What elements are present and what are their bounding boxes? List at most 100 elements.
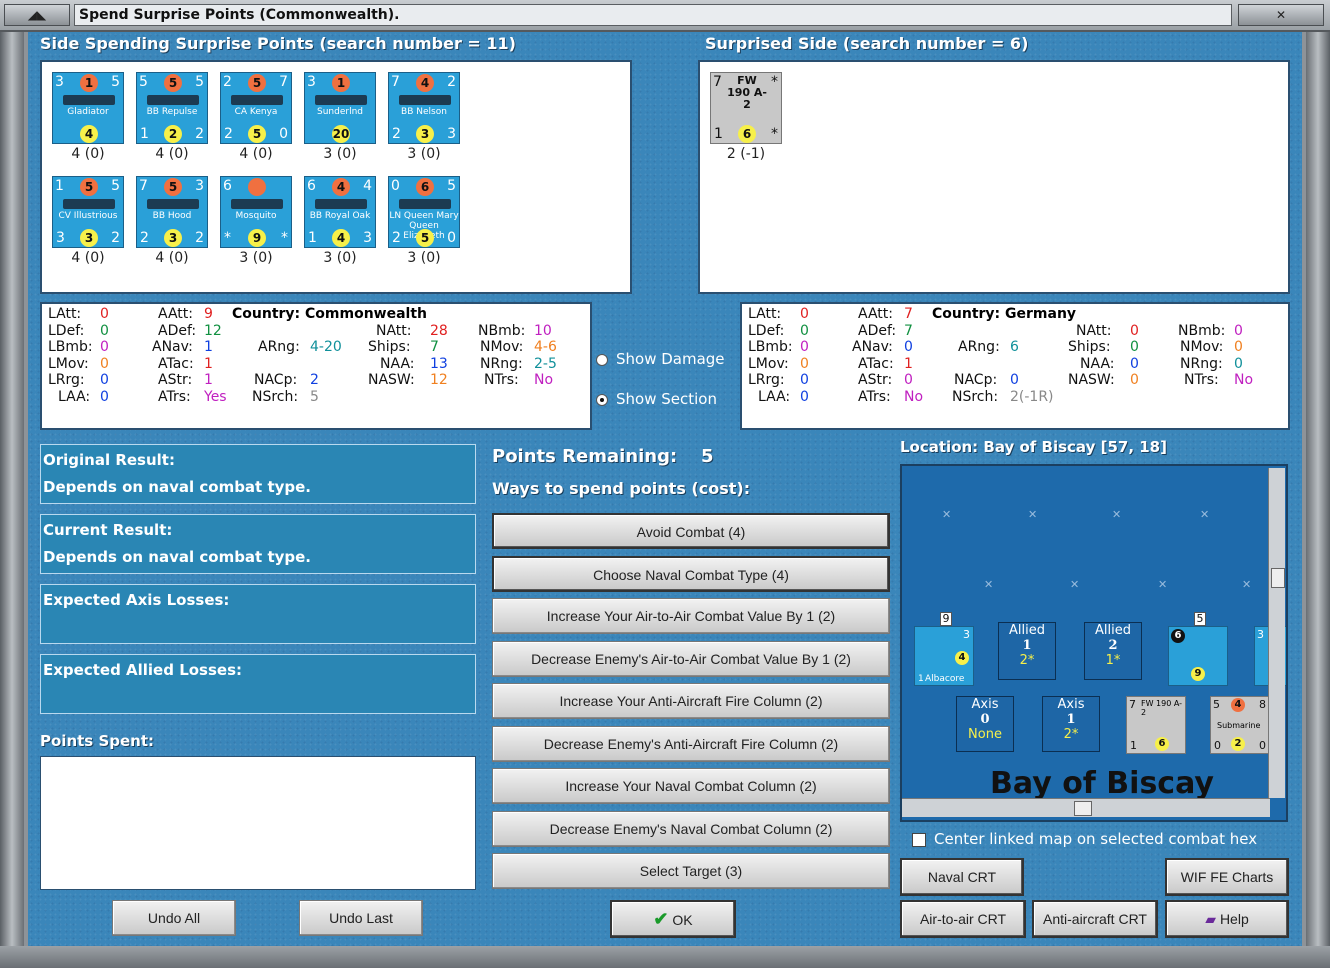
unit-bottom-left-value: 3 <box>56 230 65 246</box>
map-vertical-scrollbar[interactable] <box>1268 468 1285 798</box>
ways-to-spend-label: Ways to spend points (cost): <box>492 479 751 498</box>
show-section-label[interactable]: Show Section <box>616 390 717 408</box>
spend-option-button[interactable]: Decrease Enemy's Air-to-Air Combat Value… <box>492 640 890 677</box>
unit-top-left-value: 3 <box>55 74 64 90</box>
unit-counter[interactable]: 3 Sunderlnd 1 20 <box>304 72 376 144</box>
axis-box-1[interactable]: Axis 0 None <box>956 696 1014 752</box>
unit-name: BB Hood <box>152 211 192 221</box>
axis-box-2[interactable]: Axis 1 2* <box>1042 696 1100 752</box>
center-map-checkbox[interactable] <box>912 833 926 847</box>
unit-counter[interactable]: 0520LN Queen Mary Queen Elizabeth65 <box>388 176 460 248</box>
unit-top-strength: 5 <box>164 74 182 92</box>
surprised-units-panel: 7 * 1 * FW 190 A-2 6 2 (-1) <box>698 60 1290 294</box>
country-label: Country: Germany <box>932 306 1077 322</box>
unit-count-label: 3 (0) <box>323 250 357 266</box>
stat-value-adef: 7 <box>904 322 913 339</box>
map-horizontal-scrollbar[interactable] <box>902 798 1270 817</box>
current-result-value: Depends on naval combat type. <box>43 548 312 566</box>
unit-mid-strength: 6 <box>738 125 756 143</box>
stat-value-nsrch: 2(-1R) <box>1010 388 1054 405</box>
unit-count-label: 4 (0) <box>71 250 105 266</box>
spend-option-button[interactable]: Increase Your Anti-Aircraft Fire Column … <box>492 683 890 719</box>
stat-value-nmov: 0 <box>1234 339 1243 355</box>
unit-name: Gladiator <box>67 107 109 117</box>
spend-option-button[interactable]: Increase Your Naval Combat Column (2) <box>492 768 890 804</box>
unit-name: FW 190 A-2 <box>727 74 767 111</box>
anti-aircraft-crt-button[interactable]: Anti-aircraft CRT <box>1032 900 1158 938</box>
unit-mid-strength: 20 <box>332 125 350 143</box>
show-damage-radio[interactable] <box>596 354 608 366</box>
stat-value-nasw: 12 <box>430 372 448 388</box>
unit-silhouette <box>63 199 115 209</box>
frame-bottom <box>0 946 1330 968</box>
location-label: Location: Bay of Biscay [57, 18] <box>900 438 1167 456</box>
stat-key-atrs: ATrs: <box>158 388 191 405</box>
spend-option-button[interactable]: Avoid Combat (4) <box>492 513 890 549</box>
stat-key-naa: NAA: <box>380 355 415 372</box>
unit-top-strength: 5 <box>80 178 98 196</box>
stat-key-nbmb: NBmb: <box>478 322 526 339</box>
combat-hex-map[interactable]: ✕✕ ✕✕ ✕✕ ✕✕ 9 5 2 3 4 1 Albacore Allied1… <box>900 464 1288 822</box>
close-button[interactable]: ✕ <box>1238 4 1324 26</box>
spend-option-button[interactable]: Increase Your Air-to-Air Combat Value By… <box>492 598 890 634</box>
unit-counter[interactable]: 6 4 1 3 BB Royal Oak 4 4 <box>304 176 376 248</box>
stat-value-lrrg: 0 <box>800 372 809 388</box>
spend-option-button[interactable]: Choose Naval Combat Type (4) <box>492 555 890 592</box>
show-damage-label[interactable]: Show Damage <box>616 350 725 368</box>
unit-counter[interactable]: 2 7 2 0 CA Kenya 5 5 <box>220 72 292 144</box>
help-button[interactable]: ▰ Help <box>1165 900 1289 938</box>
stat-key-arng: ARng: <box>258 339 300 355</box>
points-spent-list[interactable] <box>40 756 476 890</box>
unit-counter[interactable]: 3 5 Gladiator 1 4 <box>52 72 124 144</box>
unit-name: CA Kenya <box>234 107 278 117</box>
stat-value-anav: 1 <box>204 339 213 355</box>
unit-mid-strength: 3 <box>80 229 98 247</box>
center-map-label[interactable]: Center linked map on selected combat hex <box>934 830 1257 848</box>
unit-silhouette <box>399 95 451 105</box>
undo-all-button[interactable]: Undo All <box>112 900 236 936</box>
air-to-air-crt-button[interactable]: Air-to-air CRT <box>900 900 1026 938</box>
stat-key-ntrs: NTrs: <box>484 372 519 388</box>
unit-counter[interactable]: 7 3 2 2 BB Hood 5 3 <box>136 176 208 248</box>
fw190-map-counter[interactable]: 7 FW 190 A-2 1 6 <box>1126 696 1186 754</box>
stat-value-nsrch: 5 <box>310 388 319 405</box>
albacore-counter[interactable]: 3 4 1 Albacore <box>914 626 974 686</box>
spend-option-button[interactable]: Select Target (3) <box>492 853 890 889</box>
unit-counter[interactable]: 6 * * Mosquito 9 <box>220 176 292 248</box>
unit-top-strength: 1 <box>332 74 350 92</box>
stat-value-adef: 12 <box>204 322 222 339</box>
unit-top-right-value: 2 <box>447 74 456 90</box>
unit-top-strength: 5 <box>248 74 266 92</box>
undo-last-button[interactable]: Undo Last <box>299 900 423 936</box>
unit-top-left-value: 7 <box>713 74 722 90</box>
unit-counter[interactable]: 1 5 3 2 CV Illustrious 5 3 <box>52 176 124 248</box>
ok-button[interactable]: ✔ OK <box>610 900 736 938</box>
unit-counter[interactable]: 7 2 2 3 BB Nelson 4 3 <box>388 72 460 144</box>
wif-fe-charts-button[interactable]: WIF FE Charts <box>1165 858 1289 896</box>
unit-top-left-value: 6 <box>307 178 316 194</box>
fw190-counter[interactable]: 7 * 1 * FW 190 A-2 6 <box>710 72 782 144</box>
unit-silhouette <box>147 199 199 209</box>
unit-count-label: 2 (-1) <box>726 146 766 162</box>
ok-label: OK <box>672 912 693 928</box>
naval-crt-button[interactable]: Naval CRT <box>900 858 1024 896</box>
submarine-map-counter[interactable]: 5 4 8 Submarine 0 2 0 <box>1210 696 1270 754</box>
unit-top-left-value: 7 <box>139 178 148 194</box>
allied-box-1[interactable]: Allied 1 2* <box>998 622 1056 680</box>
stat-value-lbmb: 0 <box>800 339 809 355</box>
unit-mid-strength: 4 <box>332 229 350 247</box>
expected-axis-losses-box: Expected Axis Losses: <box>40 584 476 644</box>
unit-top-right-value: 5 <box>111 178 120 194</box>
unit-counter[interactable]: 5 5 1 2 BB Repulse 5 2 <box>136 72 208 144</box>
stat-value-arng: 6 <box>1010 339 1019 355</box>
system-menu-button[interactable]: ◢◣ <box>4 4 70 26</box>
spend-option-button[interactable]: Decrease Enemy's Naval Combat Column (2) <box>492 810 890 847</box>
spend-option-button[interactable]: Decrease Enemy's Anti-Aircraft Fire Colu… <box>492 725 890 762</box>
allied-box-2[interactable]: Allied 2 1* <box>1084 622 1142 680</box>
unit-top-right-value: 5 <box>195 74 204 90</box>
show-section-radio[interactable] <box>596 394 608 406</box>
stat-value-natt: 28 <box>430 322 448 339</box>
unit-count-label: 4 (0) <box>239 146 273 162</box>
mosquito-map-counter[interactable]: 6 9 <box>1168 626 1228 686</box>
map-hex-name: Bay of Biscay <box>990 766 1214 801</box>
